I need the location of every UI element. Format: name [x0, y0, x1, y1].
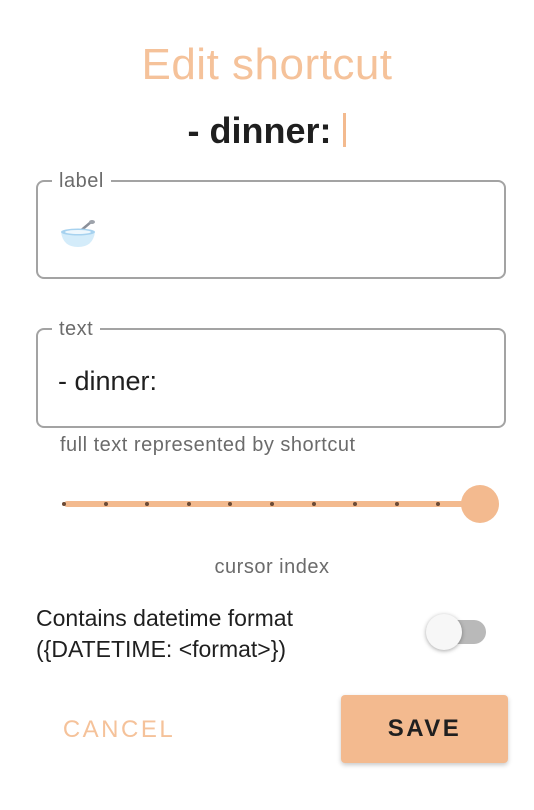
bowl-with-spoon-icon [58, 219, 98, 249]
cursor-position-marker [343, 113, 347, 147]
text-field-legend: text [52, 317, 101, 341]
switch-thumb[interactable] [426, 614, 462, 650]
slider-tick [311, 502, 316, 506]
cursor-index-slider[interactable] [56, 484, 504, 524]
label-field-legend: label [52, 169, 111, 193]
slider-thumb[interactable] [461, 485, 499, 523]
slider-tick [62, 502, 66, 506]
text-field[interactable]: text - dinner: [36, 317, 506, 428]
text-field-helper: full text represented by shortcut [60, 434, 356, 456]
datetime-format-switch[interactable] [426, 614, 490, 652]
slider-caption: cursor index [214, 556, 330, 578]
slider-tick [394, 502, 399, 506]
shortcut-preview: - dinner: [0, 110, 534, 152]
slider-tick [270, 502, 274, 506]
text-field-value: - dinner: [58, 366, 158, 396]
slider-tick [186, 502, 191, 506]
save-button[interactable]: SAVE [341, 695, 508, 763]
label-field[interactable]: label [36, 169, 506, 279]
dialog-title: Edit shortcut [141, 40, 393, 89]
datetime-format-label: Contains datetime format ({DATETIME: <fo… [36, 605, 293, 662]
preview-text: - dinner: [187, 110, 332, 151]
cancel-button[interactable]: CANCEL [44, 700, 194, 760]
slider-tick [103, 502, 108, 506]
